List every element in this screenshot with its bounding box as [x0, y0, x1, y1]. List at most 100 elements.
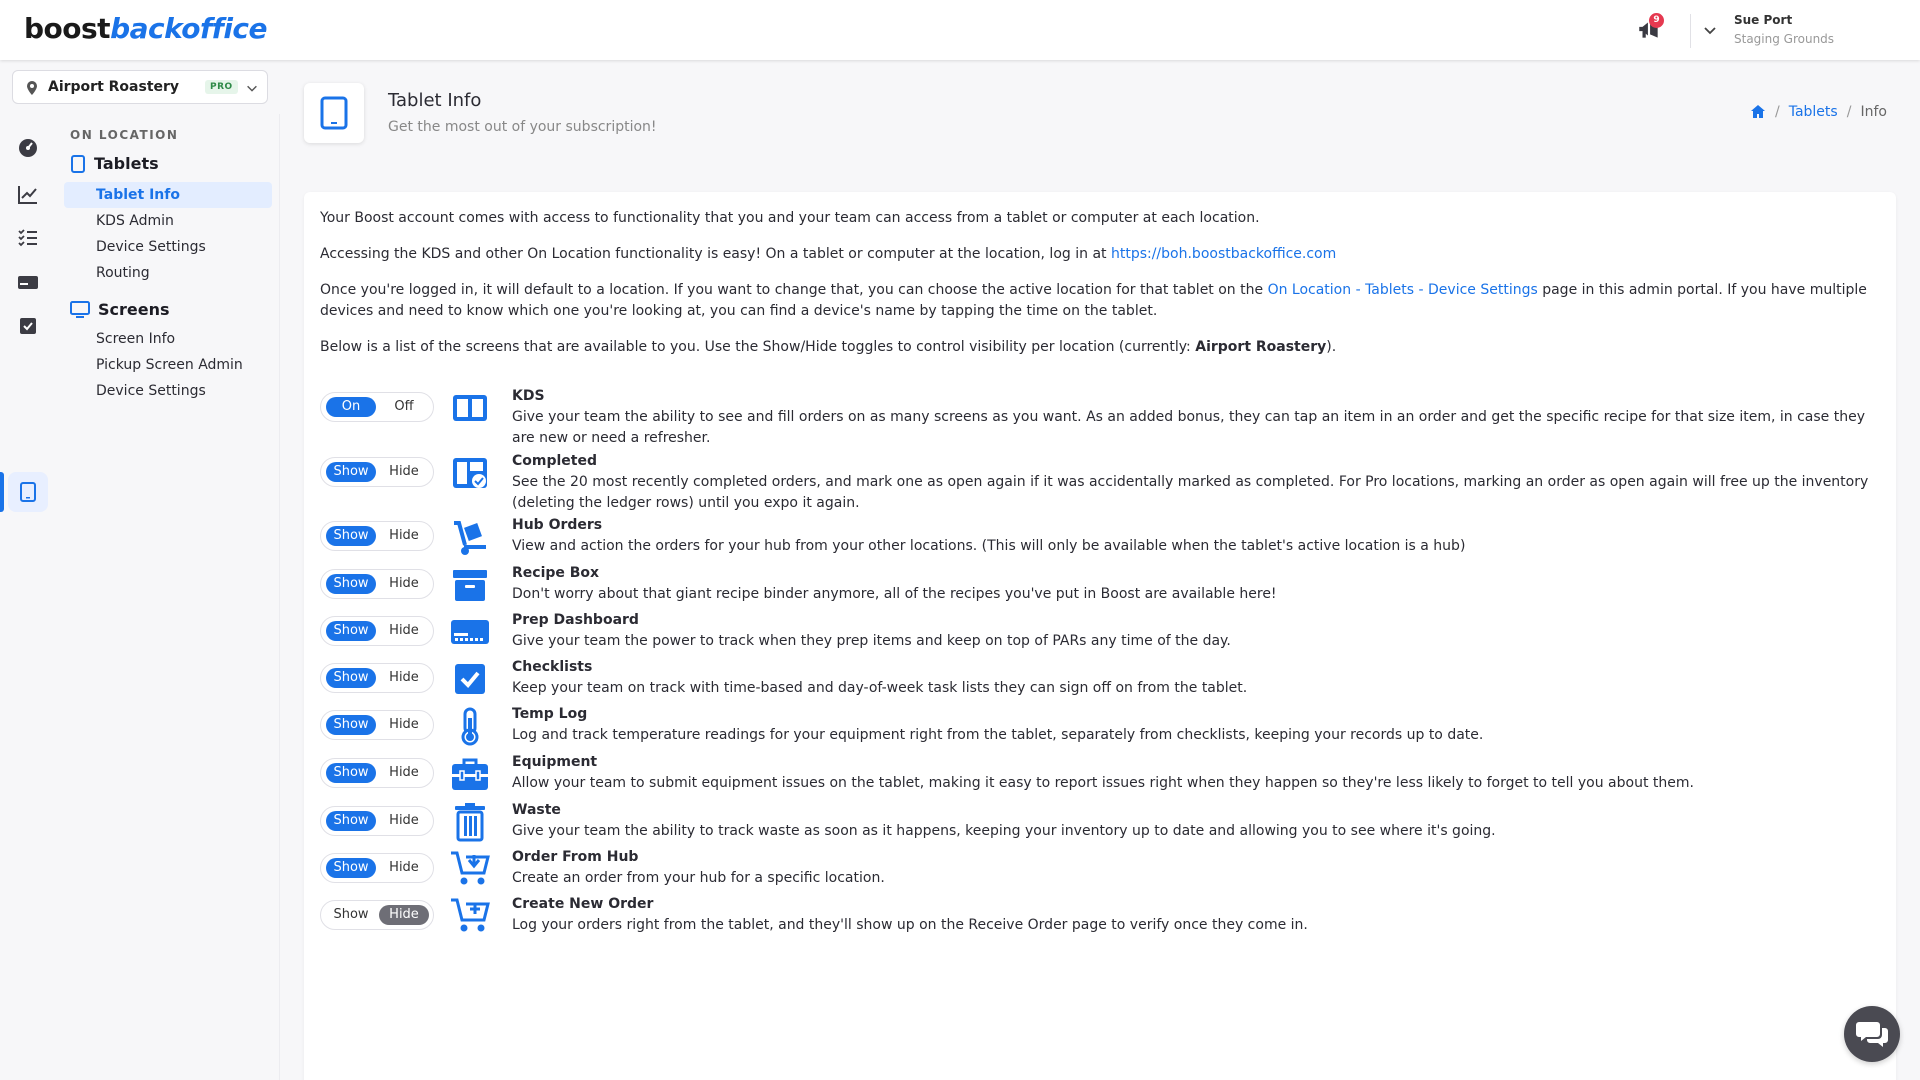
- intro-paragraph-1: Your Boost account comes with access to …: [320, 210, 1260, 226]
- toggle-option-hide[interactable]: Hide: [379, 811, 429, 831]
- location-name: Airport Roastery: [48, 79, 180, 95]
- feature-description: Log your orders right from the tablet, a…: [512, 917, 1308, 933]
- visibility-toggle[interactable]: Show Hide: [320, 663, 434, 693]
- toggle-option-hide[interactable]: Hide: [379, 668, 429, 688]
- trash-icon: [455, 803, 485, 842]
- divider: [1690, 14, 1691, 48]
- top-bar: boostbackoffice 9 Sue Port Staging Groun…: [0, 0, 1920, 60]
- nav-item-routing[interactable]: Routing: [64, 260, 272, 286]
- cart-download-icon: [451, 851, 490, 885]
- feature-description: Give your team the power to track when t…: [512, 633, 1231, 649]
- location-select[interactable]: Airport Roastery PRO: [12, 70, 268, 104]
- nav-item-kds-admin[interactable]: KDS Admin: [64, 208, 272, 234]
- toggle-option-hide[interactable]: Hide: [379, 621, 429, 641]
- toolbox-icon: [452, 758, 488, 790]
- feature-title: Checklists: [512, 659, 593, 675]
- rail-on-location[interactable]: [8, 472, 48, 512]
- nav-item-tablet-info[interactable]: Tablet Info: [64, 182, 272, 208]
- toggle-option-hide[interactable]: Hide: [379, 905, 429, 925]
- app-logo[interactable]: boostbackoffice: [24, 12, 268, 45]
- nav-item-screen-info[interactable]: Screen Info: [64, 326, 272, 352]
- page-title: Tablet Info: [388, 90, 482, 111]
- feature-description: Keep your team on track with time-based …: [512, 680, 1248, 696]
- feature-description: Don't worry about that giant recipe bind…: [512, 586, 1277, 602]
- page-subtitle: Get the most out of your subscription!: [388, 119, 657, 135]
- toggle-option-show[interactable]: Show: [326, 811, 376, 831]
- sub-navigation: ON LOCATION Tablets Tablet Info KDS Admi…: [56, 114, 280, 1080]
- toggle-option-show[interactable]: Show: [326, 574, 376, 594]
- map-pin-icon: [27, 81, 37, 95]
- visibility-toggle[interactable]: Show Hide: [320, 457, 434, 487]
- columns-icon: [453, 395, 487, 421]
- intro-paragraph-2: Accessing the KDS and other On Location …: [320, 246, 1337, 262]
- rail-active-indicator: [0, 472, 4, 512]
- feature-description: Give your team the ability to see and fi…: [512, 409, 1865, 446]
- feature-description: See the 20 most recently completed order…: [512, 474, 1869, 511]
- page-icon: [304, 83, 364, 143]
- toggle-option-show[interactable]: Show: [326, 621, 376, 641]
- tablet-icon: [20, 482, 36, 502]
- toggle-option-show[interactable]: Show: [326, 763, 376, 783]
- toggle-option-hide[interactable]: Hide: [379, 858, 429, 878]
- checkbox-icon: [455, 664, 485, 694]
- rail-cards[interactable]: [8, 262, 48, 302]
- feature-title: KDS: [512, 388, 545, 404]
- nav-item-device-settings[interactable]: Device Settings: [64, 234, 272, 260]
- visibility-toggle[interactable]: On Off: [320, 392, 434, 422]
- toggle-option-hide[interactable]: Hide: [379, 715, 429, 735]
- toggle-option-on[interactable]: On: [326, 397, 376, 417]
- chat-button[interactable]: [1844, 1006, 1900, 1062]
- toggle-option-hide[interactable]: Hide: [379, 526, 429, 546]
- toggle-option-show[interactable]: Show: [326, 526, 376, 546]
- intro-paragraph-3: Once you're logged in, it will default t…: [320, 282, 1867, 319]
- toggle-option-hide[interactable]: Hide: [379, 763, 429, 783]
- feature-title: Order From Hub: [512, 849, 639, 865]
- toggle-option-show[interactable]: Show: [326, 715, 376, 735]
- breadcrumb-tablets[interactable]: Tablets: [1789, 104, 1838, 120]
- feature-description: Allow your team to submit equipment issu…: [512, 775, 1694, 791]
- visibility-toggle[interactable]: Show Hide: [320, 900, 434, 930]
- breadcrumb: / Tablets / Info: [1750, 104, 1887, 120]
- breadcrumb-separator: /: [1846, 104, 1852, 120]
- feature-title: Waste: [512, 802, 561, 818]
- visibility-toggle[interactable]: Show Hide: [320, 758, 434, 788]
- nav-group-tablets[interactable]: Tablets: [70, 154, 159, 173]
- toggle-option-show[interactable]: Show: [326, 905, 376, 925]
- line-chart-icon: [18, 186, 37, 204]
- toggle-option-off[interactable]: Off: [379, 397, 429, 417]
- nav-item-pickup-screen-admin[interactable]: Pickup Screen Admin: [64, 352, 272, 378]
- nav-item-screen-device-settings[interactable]: Device Settings: [64, 378, 272, 404]
- completed-board-icon: [453, 458, 487, 488]
- toggle-option-show[interactable]: Show: [326, 668, 376, 688]
- boh-login-link[interactable]: https://boh.boostbackoffice.com: [1111, 246, 1336, 262]
- rail-checklists[interactable]: [8, 306, 48, 346]
- visibility-toggle[interactable]: Show Hide: [320, 853, 434, 883]
- feature-title: Recipe Box: [512, 565, 600, 581]
- device-settings-link[interactable]: On Location - Tablets - Device Settings: [1268, 282, 1538, 298]
- visibility-toggle[interactable]: Show Hide: [320, 806, 434, 836]
- feature-description: Create an order from your hub for a spec…: [512, 870, 885, 886]
- visibility-toggle[interactable]: Show Hide: [320, 616, 434, 646]
- visibility-toggle[interactable]: Show Hide: [320, 569, 434, 599]
- visibility-toggle[interactable]: Show Hide: [320, 710, 434, 740]
- toggle-option-show[interactable]: Show: [326, 858, 376, 878]
- rail-tasks[interactable]: [8, 218, 48, 258]
- toggle-option-hide[interactable]: Hide: [379, 574, 429, 594]
- toggle-option-hide[interactable]: Hide: [379, 462, 429, 482]
- breadcrumb-current: Info: [1860, 104, 1887, 120]
- feature-title: Create New Order: [512, 896, 654, 912]
- nav-group-screens[interactable]: Screens: [70, 300, 170, 319]
- toggle-option-show[interactable]: Show: [326, 462, 376, 482]
- list-check-icon: [18, 229, 37, 247]
- feature-title: Hub Orders: [512, 517, 603, 533]
- user-name[interactable]: Sue Port: [1734, 13, 1792, 27]
- chat-icon: [1856, 1022, 1888, 1047]
- home-icon[interactable]: [1750, 104, 1766, 120]
- chevron-down-icon[interactable]: [1702, 22, 1718, 38]
- notification-badge: 9: [1649, 13, 1664, 28]
- rail-reports[interactable]: [8, 174, 48, 214]
- rail-dashboard[interactable]: [8, 128, 48, 168]
- visibility-toggle[interactable]: Show Hide: [320, 521, 434, 551]
- dolly-icon: [454, 521, 486, 555]
- feature-description: Give your team the ability to track wast…: [512, 823, 1496, 839]
